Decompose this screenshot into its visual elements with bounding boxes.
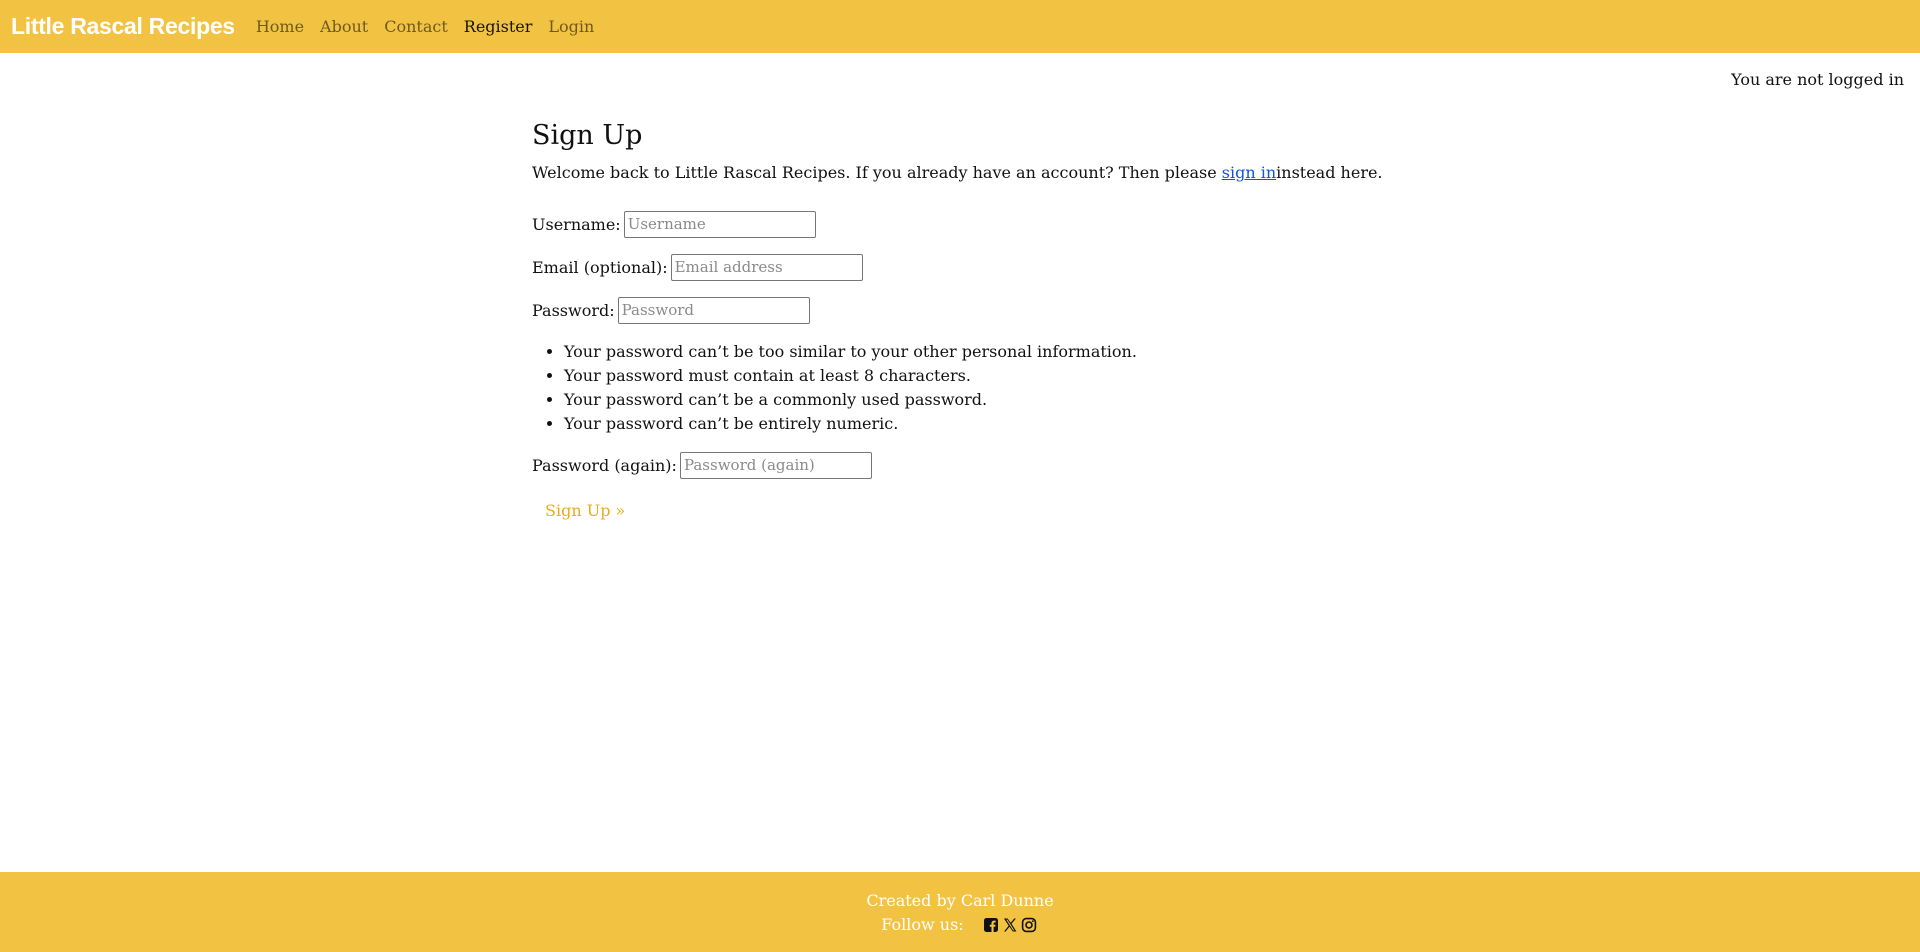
sign-up-button[interactable]: Sign Up » — [532, 495, 638, 526]
password-help-item: Your password can’t be entirely numeric. — [564, 412, 1392, 436]
password-input[interactable] — [617, 296, 810, 324]
navbar: Little Rascal Recipes Home About Contact… — [0, 0, 1920, 53]
password-again-label: Password (again): — [532, 455, 677, 475]
password-row: Password: — [532, 296, 1392, 324]
sign-in-link[interactable]: sign in — [1222, 163, 1276, 182]
login-status: You are not logged in — [1731, 70, 1904, 89]
email-label: Email (optional): — [532, 257, 668, 277]
email-input[interactable] — [670, 253, 863, 281]
nav-link-home[interactable]: Home — [248, 17, 312, 36]
follow-label: Follow us: — [881, 915, 964, 934]
password-again-row: Password (again): — [532, 451, 1392, 479]
password-again-input[interactable] — [679, 451, 872, 479]
email-row: Email (optional): — [532, 253, 1392, 281]
nav-link-contact[interactable]: Contact — [376, 17, 456, 36]
password-help-item: Your password must contain at least 8 ch… — [564, 364, 1392, 388]
intro-text-after: instead here. — [1276, 163, 1383, 183]
footer-follow: Follow us: — [0, 913, 1920, 937]
signup-section: Sign Up Welcome back to Little Rascal Re… — [532, 120, 1392, 526]
instagram-icon[interactable] — [1021, 917, 1037, 933]
username-label: Username: — [532, 214, 621, 234]
nav-link-register[interactable]: Register — [456, 17, 541, 36]
password-help-item: Your password can’t be a commonly used p… — [564, 388, 1392, 412]
intro-text: Welcome back to Little Rascal Recipes. I… — [532, 162, 1392, 184]
intro-text-before: Welcome back to Little Rascal Recipes. I… — [532, 163, 1222, 183]
footer-credit: Created by Carl Dunne — [866, 891, 1054, 910]
page-title: Sign Up — [532, 120, 643, 151]
username-input[interactable] — [623, 210, 816, 238]
brand-logo[interactable]: Little Rascal Recipes — [11, 13, 235, 40]
password-label: Password: — [532, 300, 615, 320]
signup-form: Username: Email (optional): Password: Yo… — [532, 210, 1392, 526]
nav-links: Home About Contact Register Login — [248, 17, 603, 36]
footer: Created by Carl Dunne Follow us: — [0, 872, 1920, 952]
nav-link-login[interactable]: Login — [540, 17, 602, 36]
x-twitter-icon[interactable] — [1002, 917, 1018, 933]
facebook-square-icon[interactable] — [983, 917, 999, 933]
nav-link-about[interactable]: About — [312, 17, 376, 36]
password-help-item: Your password can’t be too similar to yo… — [564, 340, 1392, 364]
username-row: Username: — [532, 210, 1392, 238]
password-help-list: Your password can’t be too similar to yo… — [532, 340, 1392, 436]
